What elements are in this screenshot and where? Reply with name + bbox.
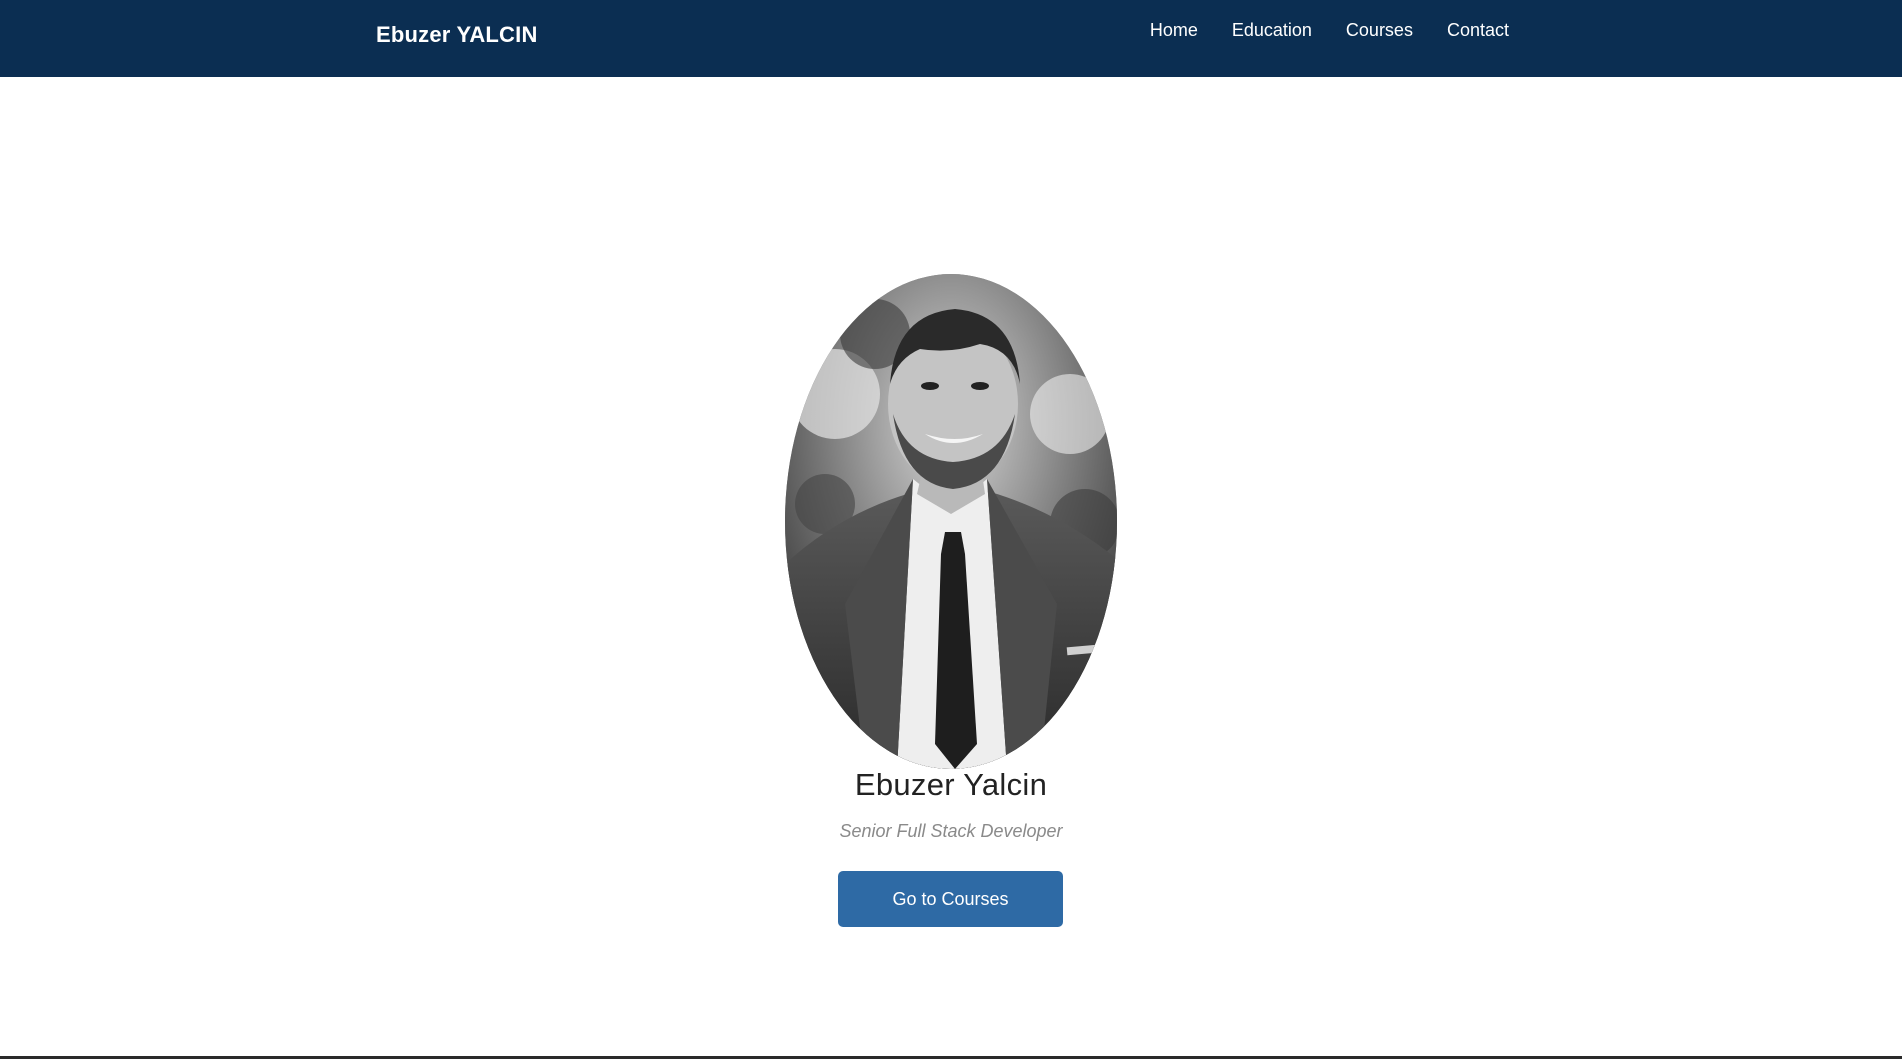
nav-courses-link[interactable]: Courses <box>1329 20 1430 41</box>
nav-links: Home Education Courses Contact <box>1133 20 1509 41</box>
nav-home-link[interactable]: Home <box>1133 20 1215 41</box>
profile-role: Senior Full Stack Developer <box>839 821 1063 841</box>
brand-title[interactable]: Ebuzer YALCIN <box>376 22 538 48</box>
profile-photo-image <box>785 274 1117 769</box>
nav-education-link[interactable]: Education <box>1215 20 1329 41</box>
profile-photo <box>785 274 1117 769</box>
nav-contact-link[interactable]: Contact <box>1430 20 1509 41</box>
hero-section: Ebuzer Yalcin Senior Full Stack Develope… <box>0 77 1902 1057</box>
profile-name: Ebuzer Yalcin <box>854 767 1048 802</box>
navbar: Ebuzer YALCIN Home Education Courses Con… <box>0 0 1902 77</box>
go-to-courses-button[interactable]: Go to Courses <box>838 871 1063 927</box>
